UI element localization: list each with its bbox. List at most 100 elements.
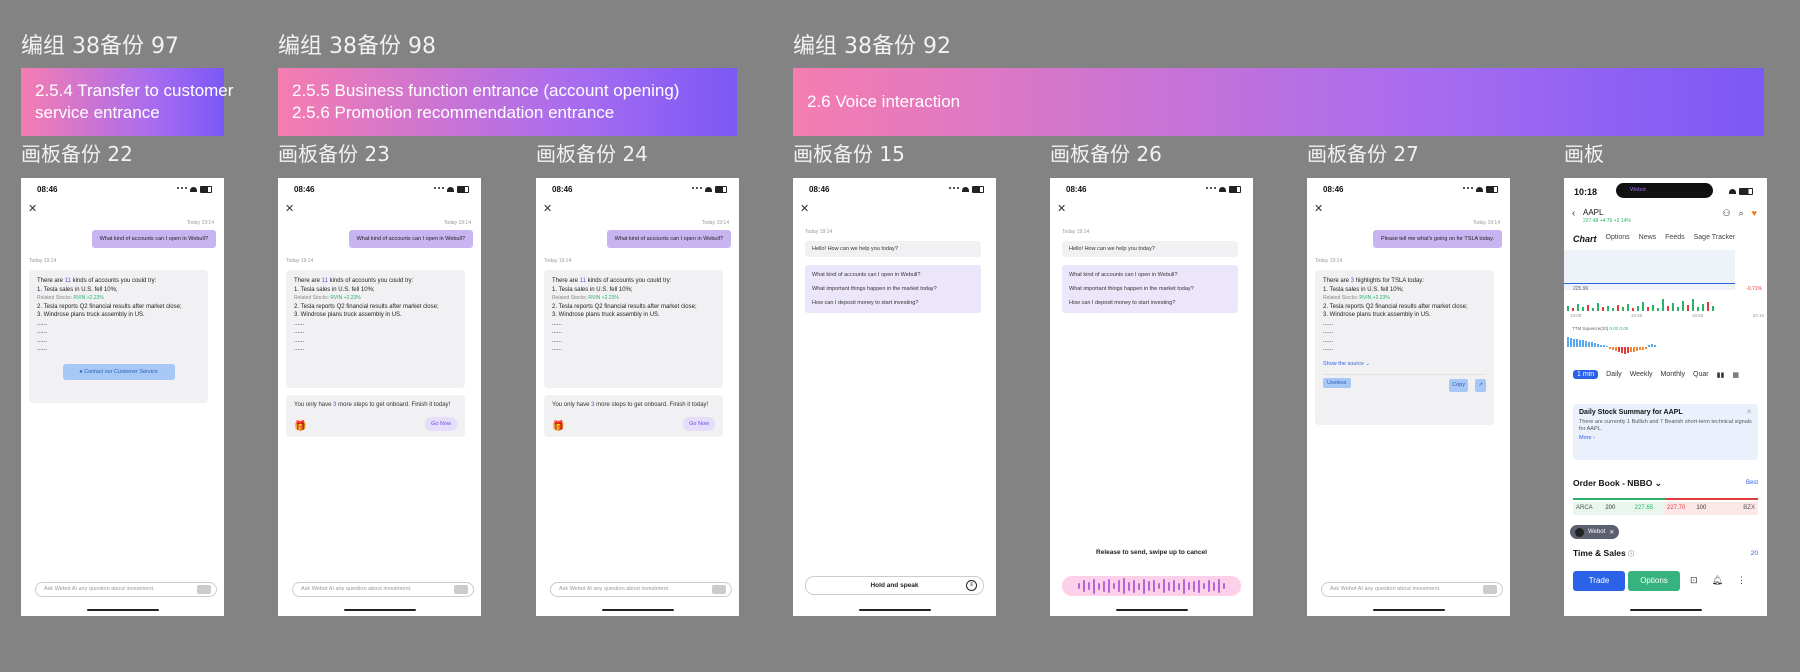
tab-chart[interactable]: Chart — [1573, 234, 1597, 244]
trade-button[interactable]: Trade — [1573, 571, 1625, 591]
keyboard-icon[interactable]: ≡ — [966, 580, 977, 591]
status-bar: 08:46 — [1323, 184, 1498, 194]
timestamp: Today 19:14 — [1315, 258, 1343, 264]
wifi-icon — [190, 186, 197, 192]
tab-feeds[interactable]: Feeds — [1665, 234, 1684, 244]
suggested-question[interactable]: What kind of accounts can I open in Webu… — [812, 268, 974, 282]
text: Related Stocks: — [1323, 295, 1360, 301]
artboard-title: 画板备份 27 — [1307, 142, 1419, 166]
period-quarterly[interactable]: Quar — [1693, 371, 1709, 378]
wifi-icon — [447, 186, 454, 192]
webot-island[interactable]: Webot — [1616, 183, 1713, 198]
text: 2. Tesla reports Q2 financial results af… — [1323, 303, 1468, 310]
user-icon[interactable]: ⚇ — [1723, 208, 1731, 219]
time-sales-title: Time & Sales ⓘ — [1573, 548, 1634, 558]
period-monthly[interactable]: Monthly — [1661, 371, 1686, 378]
candle-icon[interactable]: ▮▮ — [1717, 371, 1725, 379]
stock-tag[interactable]: RVIN +2.23% — [588, 295, 618, 301]
text: ...... — [37, 346, 48, 352]
text: 2. Tesla reports Q2 financial results af… — [294, 303, 439, 310]
chat-input[interactable]: Ask Webot AI any question about investme… — [550, 582, 732, 597]
more-link[interactable]: More › — [1579, 435, 1752, 441]
phone-screen: 08:46 ✕ Today 19:14 Hello! How can we he… — [1050, 178, 1253, 616]
period-1min[interactable]: 1 min — [1573, 370, 1599, 379]
wifi-icon — [1476, 186, 1483, 192]
status-bar: 08:46 — [294, 184, 469, 194]
close-icon[interactable]: ✕ — [1609, 529, 1614, 536]
grid-icon[interactable]: ▦ — [1732, 371, 1739, 379]
text: ...... — [294, 346, 305, 352]
stock-tag[interactable]: RVIN +2.23% — [73, 295, 103, 301]
voice-waveform[interactable] — [1062, 576, 1241, 596]
close-icon[interactable]: ✕ — [1314, 202, 1323, 215]
chip-label: Webot — [1588, 529, 1606, 535]
text: ...... — [37, 329, 48, 335]
close-icon[interactable]: ✕ — [543, 202, 552, 215]
daily-summary-card[interactable]: Daily Stock Summary for AAPL There are c… — [1573, 404, 1758, 460]
period-weekly[interactable]: Weekly — [1630, 371, 1653, 378]
period-daily[interactable]: Daily — [1606, 371, 1622, 378]
show-source-link[interactable]: Show the source ⌄ — [1323, 360, 1486, 369]
tab-sage-tracker[interactable]: Sage Tracker — [1694, 234, 1736, 244]
text: ...... — [552, 337, 563, 344]
share-icon[interactable]: ↗ — [1475, 379, 1486, 392]
input-placeholder: Ask Webot AI any question about investme… — [559, 586, 670, 592]
chart-area[interactable] — [1564, 250, 1735, 290]
suggested-question[interactable]: What kind of accounts can I open in Webu… — [1069, 268, 1231, 282]
link-label: More — [1579, 435, 1592, 441]
phone-screen: 08:46 ✕ Today 19:14 What kind of account… — [536, 178, 739, 616]
text: Time & Sales — [1573, 548, 1626, 558]
best-toggle[interactable]: Best — [1746, 480, 1758, 486]
stock-tag[interactable]: RVIN +2.23% — [330, 295, 360, 301]
suggested-question[interactable]: What important things happen in the mark… — [1069, 282, 1231, 296]
user-message: What kind of accounts can I open in Webu… — [606, 230, 731, 248]
price-label: 225.96 — [1573, 286, 1589, 292]
stock-tag[interactable]: RVIN +2.23% — [1359, 295, 1389, 301]
close-icon[interactable]: ✕ — [28, 202, 37, 215]
send-icon[interactable] — [454, 585, 468, 594]
text: highlights for TSLA today: — [1354, 278, 1424, 284]
close-icon[interactable]: ✕ — [285, 202, 294, 215]
close-icon[interactable]: ✕ — [1057, 202, 1066, 215]
orderbook-title[interactable]: Order Book - NBBO ⌄ — [1573, 478, 1662, 489]
close-icon[interactable]: ✕ — [1746, 408, 1752, 416]
section-band: 2.6 Voice interaction — [793, 68, 1764, 136]
text: 2. Tesla reports Q2 financial results af… — [37, 303, 182, 310]
chat-input[interactable]: Ask Webot AI any question about investme… — [292, 582, 474, 597]
suggested-question[interactable]: How can I deposit money to start investi… — [812, 296, 974, 310]
suggested-question[interactable]: How can I deposit money to start investi… — [1069, 296, 1231, 310]
text: ...... — [294, 320, 305, 327]
artboard-title: 画板 — [1564, 142, 1604, 166]
home-indicator — [1373, 609, 1445, 611]
info-icon[interactable]: ⓘ — [1628, 552, 1634, 558]
webot-chip[interactable]: Webot ✕ — [1570, 525, 1620, 539]
bell-icon[interactable]: 🔔︎ — [1712, 575, 1723, 586]
more-icon[interactable]: ⋮ — [1737, 575, 1746, 586]
copy-button[interactable]: Copy — [1449, 379, 1468, 392]
options-button[interactable]: Options — [1628, 571, 1680, 591]
home-indicator — [344, 609, 416, 611]
gift-icon[interactable]: ⊡ — [1690, 575, 1698, 586]
tab-options[interactable]: Options — [1606, 234, 1630, 244]
go-now-button[interactable]: Go Now — [683, 417, 715, 431]
band-line: 2.5.5 Business function entrance (accoun… — [292, 81, 680, 100]
search-icon[interactable]: ⌕ — [1739, 208, 1744, 219]
timestamp: Today 19:14 — [1062, 229, 1090, 235]
back-icon[interactable]: ‹ — [1572, 208, 1575, 219]
go-now-button[interactable]: Go Now — [425, 417, 457, 431]
tab-news[interactable]: News — [1639, 234, 1657, 244]
artboard-title: 画板备份 22 — [21, 142, 133, 166]
close-icon[interactable]: ✕ — [800, 202, 809, 215]
send-icon[interactable] — [197, 585, 211, 594]
ob-cell: 200 — [1605, 502, 1635, 515]
contact-service-button[interactable]: ● Contact our Customer Service — [62, 363, 175, 380]
chat-input[interactable]: Ask Webot AI any question about investme… — [1321, 582, 1503, 597]
heart-icon[interactable]: ♥ — [1752, 208, 1757, 219]
useless-button[interactable]: Useless — [1323, 378, 1351, 388]
send-icon[interactable] — [1483, 585, 1497, 594]
hold-to-speak-button[interactable]: Hold and speak ≡ — [805, 576, 984, 595]
timestamp: Today 19:14 — [701, 220, 729, 226]
send-icon[interactable] — [712, 585, 726, 594]
suggested-question[interactable]: What important things happen in the mark… — [812, 282, 974, 296]
chat-input[interactable]: Ask Webot AI any question about investme… — [35, 582, 217, 597]
